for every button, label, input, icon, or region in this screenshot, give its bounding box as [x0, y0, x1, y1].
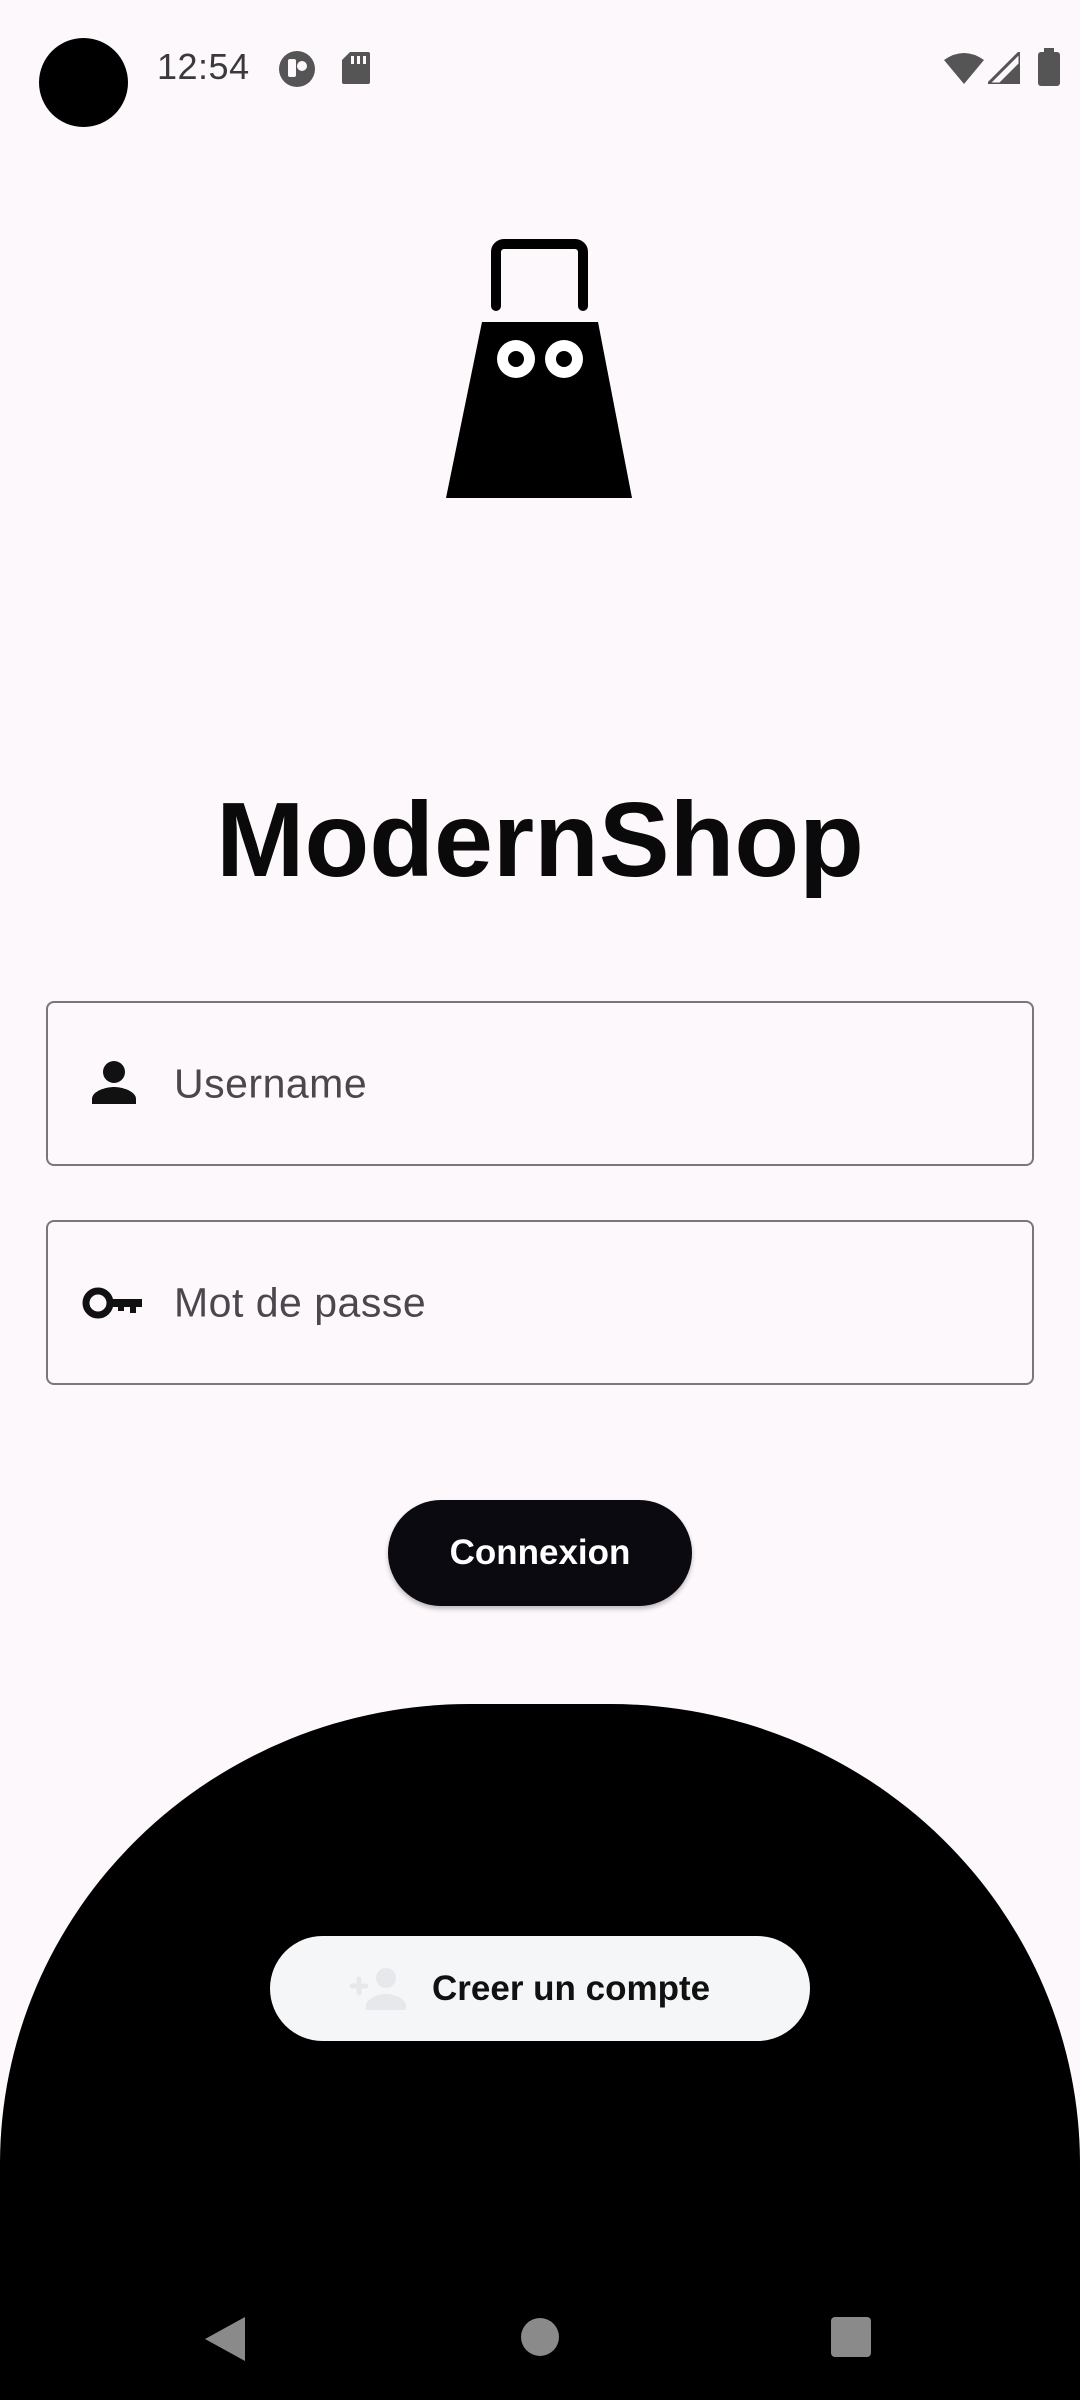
key-icon	[82, 1287, 142, 1318]
camera-cutout	[39, 38, 128, 127]
login-screen: 12:54 ModernShop Username Mot de passe C…	[0, 0, 1080, 2400]
password-placeholder: Mot de passe	[174, 1279, 427, 1325]
create-account-button[interactable]: Creer un compte	[270, 1936, 810, 2041]
back-icon[interactable]	[203, 2315, 247, 2363]
password-field[interactable]: Mot de passe	[46, 1220, 1034, 1385]
home-icon[interactable]	[521, 2318, 559, 2356]
username-field[interactable]: Username	[46, 1001, 1034, 1166]
app-notification-icon	[279, 51, 315, 87]
wifi-icon	[944, 53, 984, 84]
system-nav-bar	[0, 2270, 1080, 2400]
person-icon	[92, 1060, 136, 1104]
cell-signal-icon	[988, 52, 1020, 84]
person-add-icon	[349, 1968, 406, 2010]
create-account-label: Creer un compte	[432, 1969, 711, 2008]
username-placeholder: Username	[174, 1060, 368, 1106]
login-button[interactable]: Connexion	[388, 1500, 692, 1606]
status-time: 12:54	[157, 46, 250, 87]
battery-icon	[1038, 48, 1060, 86]
app-title: ModernShop	[216, 781, 864, 899]
status-bar: 12:54	[0, 0, 1080, 140]
shopping-bag-logo	[446, 239, 632, 498]
sd-card-icon	[342, 52, 370, 84]
recents-icon[interactable]	[831, 2317, 871, 2357]
